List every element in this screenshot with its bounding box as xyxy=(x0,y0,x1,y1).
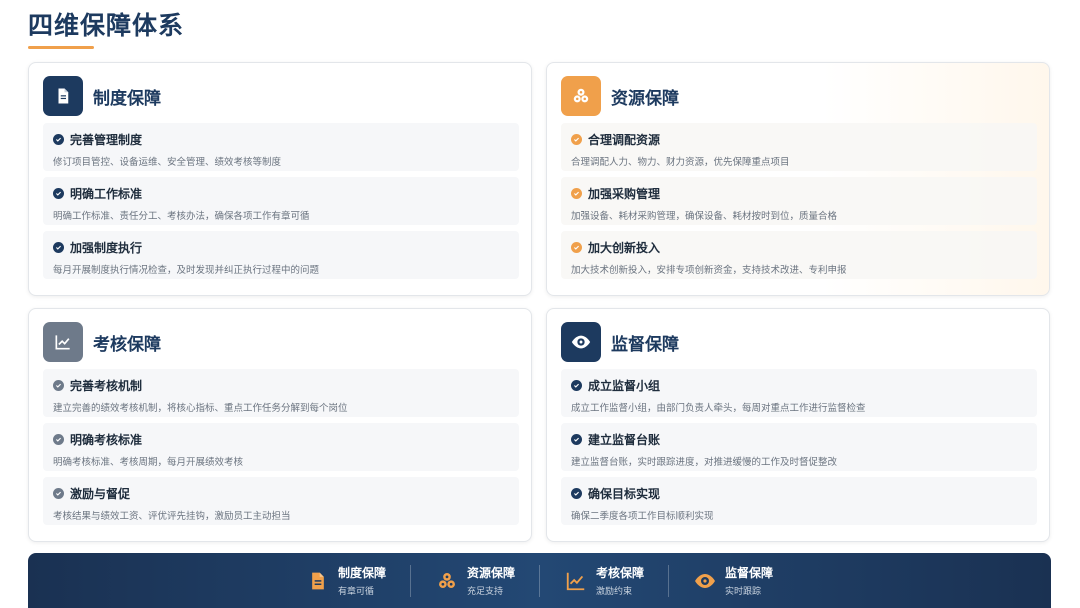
item-title: 加大创新投入 xyxy=(588,241,661,255)
list-item: 明确工作标准 明确工作标准、责任分工、考核办法，确保各项工作有章可循 xyxy=(43,177,519,225)
banner-label: 考核保障 xyxy=(596,566,645,580)
banner-sub: 有章可循 xyxy=(337,587,374,597)
eye-icon xyxy=(693,569,717,593)
list-item: 加强采购管理 加强设备、耗材采购管理，确保设备、耗材按时到位，质量合格 xyxy=(561,177,1037,225)
banner-item-assessment: 考核保障 激励约束 xyxy=(540,564,668,597)
banner-label: 监督保障 xyxy=(725,566,774,580)
check-circle-icon xyxy=(53,188,64,199)
card-header: 资源保障 xyxy=(561,76,679,116)
check-circle-icon xyxy=(571,188,582,199)
check-circle-icon xyxy=(571,242,582,253)
card-title: 考核保障 xyxy=(93,334,161,355)
item-title: 激励与督促 xyxy=(70,487,131,501)
document-icon xyxy=(306,569,330,593)
list-item: 建立监督台账 建立监督台账，实时跟踪进度，对推进缓慢的工作及时督促整改 xyxy=(561,423,1037,471)
check-circle-icon xyxy=(53,488,64,499)
check-circle-icon xyxy=(53,434,64,445)
item-desc: 合理调配人力、物力、财力资源，优先保障重点项目 xyxy=(571,157,790,168)
card-assessment-guarantee: 考核保障 完善考核机制 建立完善的绩效考核机制，将核心指标、重点工作任务分解到每… xyxy=(28,308,532,542)
chart-line-icon xyxy=(564,569,588,593)
list-item: 确保目标实现 确保二季度各项工作目标顺利实现 xyxy=(561,477,1037,525)
item-desc: 考核结果与绩效工资、评优评先挂钩，激励员工主动担当 xyxy=(53,511,291,522)
title-underline xyxy=(28,46,94,49)
banner-item-system: 制度保障 有章可循 xyxy=(282,564,410,597)
item-desc: 成立工作监督小组，由部门负责人牵头，每周对重点工作进行监督检查 xyxy=(571,403,866,414)
item-desc: 明确工作标准、责任分工、考核办法，确保各项工作有章可循 xyxy=(53,211,310,222)
item-title: 完善考核机制 xyxy=(70,379,143,393)
summary-banner: 制度保障 有章可循 资源保障 充足支持 考核保障 激励约束 监督保障 实时跟踪 xyxy=(28,553,1051,608)
list-item: 加大创新投入 加大技术创新投入，安排专项创新资金，支持技术改进、专利申报 xyxy=(561,231,1037,279)
banner-sub: 激励约束 xyxy=(596,587,633,597)
banner-label: 制度保障 xyxy=(337,566,386,580)
item-desc: 加大技术创新投入，安排专项创新资金，支持技术改进、专利申报 xyxy=(571,265,847,276)
list-item: 完善管理制度 修订项目管控、设备运维、安全管理、绩效考核等制度 xyxy=(43,123,519,171)
item-desc: 加强设备、耗材采购管理，确保设备、耗材按时到位，质量合格 xyxy=(571,211,838,222)
check-circle-icon xyxy=(571,134,582,145)
resources-icon xyxy=(561,76,601,116)
card-header: 制度保障 xyxy=(43,76,161,116)
card-resource-guarantee: 资源保障 合理调配资源 合理调配人力、物力、财力资源，优先保障重点项目 加强采购… xyxy=(546,62,1050,296)
item-title: 确保目标实现 xyxy=(588,487,661,501)
eye-icon xyxy=(561,322,601,362)
check-circle-icon xyxy=(571,380,582,391)
list-item: 成立监督小组 成立工作监督小组，由部门负责人牵头，每周对重点工作进行监督检查 xyxy=(561,369,1037,417)
item-desc: 修订项目管控、设备运维、安全管理、绩效考核等制度 xyxy=(53,157,282,168)
item-desc: 建立监督台账，实时跟踪进度，对推进缓慢的工作及时督促整改 xyxy=(571,457,838,468)
banner-sub: 充足支持 xyxy=(466,587,503,597)
card-header: 监督保障 xyxy=(561,322,679,362)
banner-item-resource: 资源保障 充足支持 xyxy=(411,564,539,597)
check-circle-icon xyxy=(571,434,582,445)
item-title: 成立监督小组 xyxy=(588,379,661,393)
item-title: 建立监督台账 xyxy=(588,433,661,447)
check-circle-icon xyxy=(571,488,582,499)
check-circle-icon xyxy=(53,242,64,253)
chart-line-icon xyxy=(43,322,83,362)
list-item: 完善考核机制 建立完善的绩效考核机制，将核心指标、重点工作任务分解到每个岗位 xyxy=(43,369,519,417)
banner-item-supervision: 监督保障 实时跟踪 xyxy=(669,564,797,597)
check-circle-icon xyxy=(53,380,64,391)
item-title: 加强采购管理 xyxy=(588,187,661,201)
check-circle-icon xyxy=(53,134,64,145)
item-title: 明确考核标准 xyxy=(70,433,143,447)
page-title: 四维保障体系 xyxy=(28,11,185,40)
card-title: 制度保障 xyxy=(93,88,161,109)
item-desc: 明确考核标准、考核周期，每月开展绩效考核 xyxy=(53,457,244,468)
card-title: 资源保障 xyxy=(611,88,679,109)
list-item: 加强制度执行 每月开展制度执行情况检查，及时发现并纠正执行过程中的问题 xyxy=(43,231,519,279)
item-desc: 确保二季度各项工作目标顺利实现 xyxy=(571,511,714,522)
card-title: 监督保障 xyxy=(611,334,679,355)
item-desc: 每月开展制度执行情况检查，及时发现并纠正执行过程中的问题 xyxy=(53,265,320,276)
list-item: 合理调配资源 合理调配人力、物力、财力资源，优先保障重点项目 xyxy=(561,123,1037,171)
resources-icon xyxy=(435,569,459,593)
document-icon xyxy=(43,76,83,116)
item-title: 完善管理制度 xyxy=(70,133,143,147)
item-desc: 建立完善的绩效考核机制，将核心指标、重点工作任务分解到每个岗位 xyxy=(53,403,348,414)
item-title: 明确工作标准 xyxy=(70,187,143,201)
list-item: 明确考核标准 明确考核标准、考核周期，每月开展绩效考核 xyxy=(43,423,519,471)
card-header: 考核保障 xyxy=(43,322,161,362)
banner-label: 资源保障 xyxy=(466,566,515,580)
item-title: 加强制度执行 xyxy=(70,241,143,255)
list-item: 激励与督促 考核结果与绩效工资、评优评先挂钩，激励员工主动担当 xyxy=(43,477,519,525)
item-title: 合理调配资源 xyxy=(588,133,661,147)
banner-sub: 实时跟踪 xyxy=(725,587,762,597)
card-supervision-guarantee: 监督保障 成立监督小组 成立工作监督小组，由部门负责人牵头，每周对重点工作进行监… xyxy=(546,308,1050,542)
card-system-guarantee: 制度保障 完善管理制度 修订项目管控、设备运维、安全管理、绩效考核等制度 明确工… xyxy=(28,62,532,296)
